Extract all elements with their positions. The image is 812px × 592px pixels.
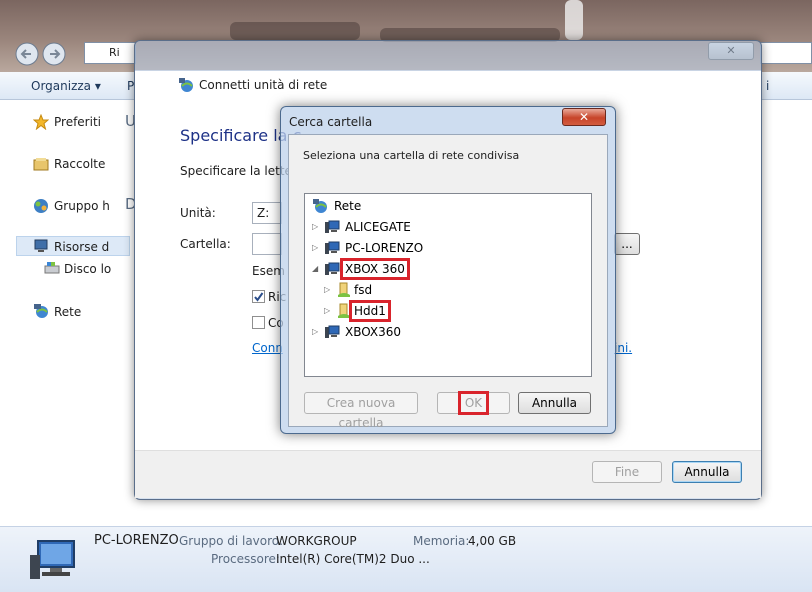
back-forward-icon[interactable] <box>14 42 72 66</box>
new-folder-button[interactable]: Crea nuova cartella <box>304 392 418 430</box>
nav-item-libraries[interactable]: Raccolte <box>0 154 130 174</box>
ok-label: OK <box>457 391 490 415</box>
expand-arrow-icon[interactable]: ▷ <box>324 281 330 299</box>
reconnect-checkbox[interactable] <box>252 290 265 303</box>
organize-button[interactable]: Organizza ▾ <box>31 79 101 93</box>
address-bar[interactable]: Ri <box>84 42 136 64</box>
nav-label: Preferiti <box>54 115 101 129</box>
details-pane: PC-LORENZO Gruppo di lavoro: WORKGROUP M… <box>0 526 812 592</box>
dialog-close-button[interactable]: ✕ <box>562 108 606 126</box>
computer-icon <box>325 241 340 254</box>
wizard-title: Connetti unità di rete <box>199 78 328 92</box>
share-folder-icon <box>338 303 350 318</box>
nav-label: Disco lo <box>64 262 112 276</box>
homegroup-icon <box>34 199 48 213</box>
folder-input[interactable] <box>252 233 282 255</box>
browse-button[interactable]: ... <box>614 233 640 255</box>
workgroup-label: Gruppo di lavoro: <box>179 534 284 548</box>
computer-large-icon <box>30 540 75 579</box>
nav-item-favorites[interactable]: Preferiti <box>0 112 130 132</box>
connect-link-end[interactable]: ini. <box>614 341 632 355</box>
tree-node-xbox-360[interactable]: ◢ XBOX 360 <box>312 258 462 280</box>
expand-arrow-icon[interactable]: ▷ <box>324 302 330 320</box>
drive-value: Z: <box>257 206 270 220</box>
processor-value: Intel(R) Core(TM)2 Duo ... <box>276 552 430 566</box>
ok-button[interactable]: OK <box>437 391 510 415</box>
dialog-title: Cerca cartella <box>289 115 373 129</box>
expand-arrow-icon[interactable]: ▷ <box>312 323 318 341</box>
tree-node-pc-lorenzo[interactable]: ▷ PC-LORENZO <box>312 239 462 257</box>
credentials-checkbox[interactable] <box>252 316 265 329</box>
connect-link[interactable]: Conn <box>252 341 283 355</box>
address-text: Ri <box>109 46 120 59</box>
workgroup-value: WORKGROUP <box>276 534 357 548</box>
tree-node-fsd[interactable]: ▷ fsd <box>324 281 474 299</box>
nav-item-network[interactable]: Rete <box>0 302 130 322</box>
nav-buttons <box>14 42 72 66</box>
memory-label: Memoria: <box>413 534 470 548</box>
network-icon <box>313 199 327 213</box>
computer-icon <box>325 262 340 275</box>
computer-icon <box>325 220 340 233</box>
toolbar-right[interactable]: i <box>766 79 769 93</box>
collapse-arrow-icon[interactable]: ◢ <box>312 260 318 278</box>
tree-node-label: XBOX360 <box>345 325 402 339</box>
tree-node-xbox360[interactable]: ▷ XBOX360 <box>312 323 462 341</box>
folder-label: Cartella: <box>180 237 231 251</box>
expand-arrow-icon[interactable]: ▷ <box>312 218 318 236</box>
star-icon <box>33 114 49 130</box>
memory-value: 4,00 GB <box>468 534 517 548</box>
disk-icon <box>44 262 60 274</box>
search-box[interactable] <box>760 42 812 64</box>
dialog-cancel-button[interactable]: Annulla <box>518 392 591 414</box>
tree-node-label: ALICEGATE <box>345 220 411 234</box>
tree-node-label: Rete <box>334 199 362 213</box>
drive-label: Unità: <box>180 206 216 220</box>
nav-label: Risorse d <box>54 240 110 254</box>
computer-icon <box>325 325 340 338</box>
tree-node-label: PC-LORENZO <box>345 241 424 255</box>
close-icon: ✕ <box>578 110 590 124</box>
finish-button[interactable]: Fine <box>592 461 662 483</box>
drive-select[interactable]: Z: <box>252 202 282 224</box>
processor-label: Processore: <box>211 552 280 566</box>
wizard-cancel-button[interactable]: Annulla <box>672 461 742 483</box>
nav-item-local-disk[interactable]: Disco lo <box>0 260 130 280</box>
network-drive-icon <box>179 78 193 92</box>
tree-node-hdd1[interactable]: ▷ Hdd1 <box>324 300 474 322</box>
nav-label: Gruppo h <box>54 199 110 213</box>
computer-name: PC-LORENZO <box>94 533 179 548</box>
nav-label: Raccolte <box>54 157 106 171</box>
library-icon <box>33 158 49 171</box>
expand-arrow-icon[interactable]: ▷ <box>312 239 318 257</box>
tree-node-label: Hdd1 <box>349 300 391 322</box>
tree-node-alicegate[interactable]: ▷ ALICEGATE <box>312 218 462 236</box>
nav-item-computer[interactable]: Risorse d <box>16 236 130 256</box>
navigation-pane: Preferiti Raccolte Gruppo h Risorse d Di… <box>0 100 130 526</box>
network-icon <box>34 304 48 318</box>
tree-node-label: fsd <box>354 283 373 297</box>
computer-icon <box>34 239 48 252</box>
background-shape <box>565 0 583 40</box>
wizard-footer <box>135 450 761 498</box>
background-shape <box>230 22 360 40</box>
share-folder-icon <box>338 282 350 297</box>
nav-label: Rete <box>54 305 82 319</box>
check-icon <box>254 292 264 302</box>
nav-item-homegroup[interactable]: Gruppo h <box>0 196 130 216</box>
tree-node-label: XBOX 360 <box>340 258 410 280</box>
dialog-instruction: Seleziona una cartella di rete condivisa <box>303 149 520 162</box>
